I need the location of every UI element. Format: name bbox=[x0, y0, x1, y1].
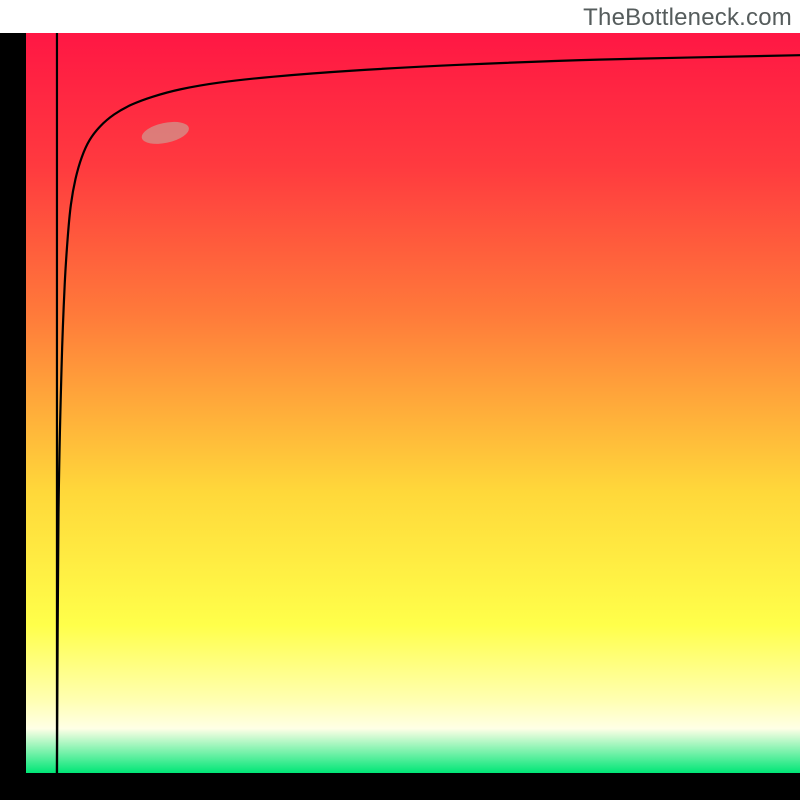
plot-background bbox=[26, 33, 800, 773]
y-axis bbox=[0, 33, 26, 800]
chart-container: TheBottleneck.com bbox=[0, 0, 800, 800]
x-axis bbox=[0, 773, 800, 800]
chart-svg bbox=[0, 0, 800, 800]
